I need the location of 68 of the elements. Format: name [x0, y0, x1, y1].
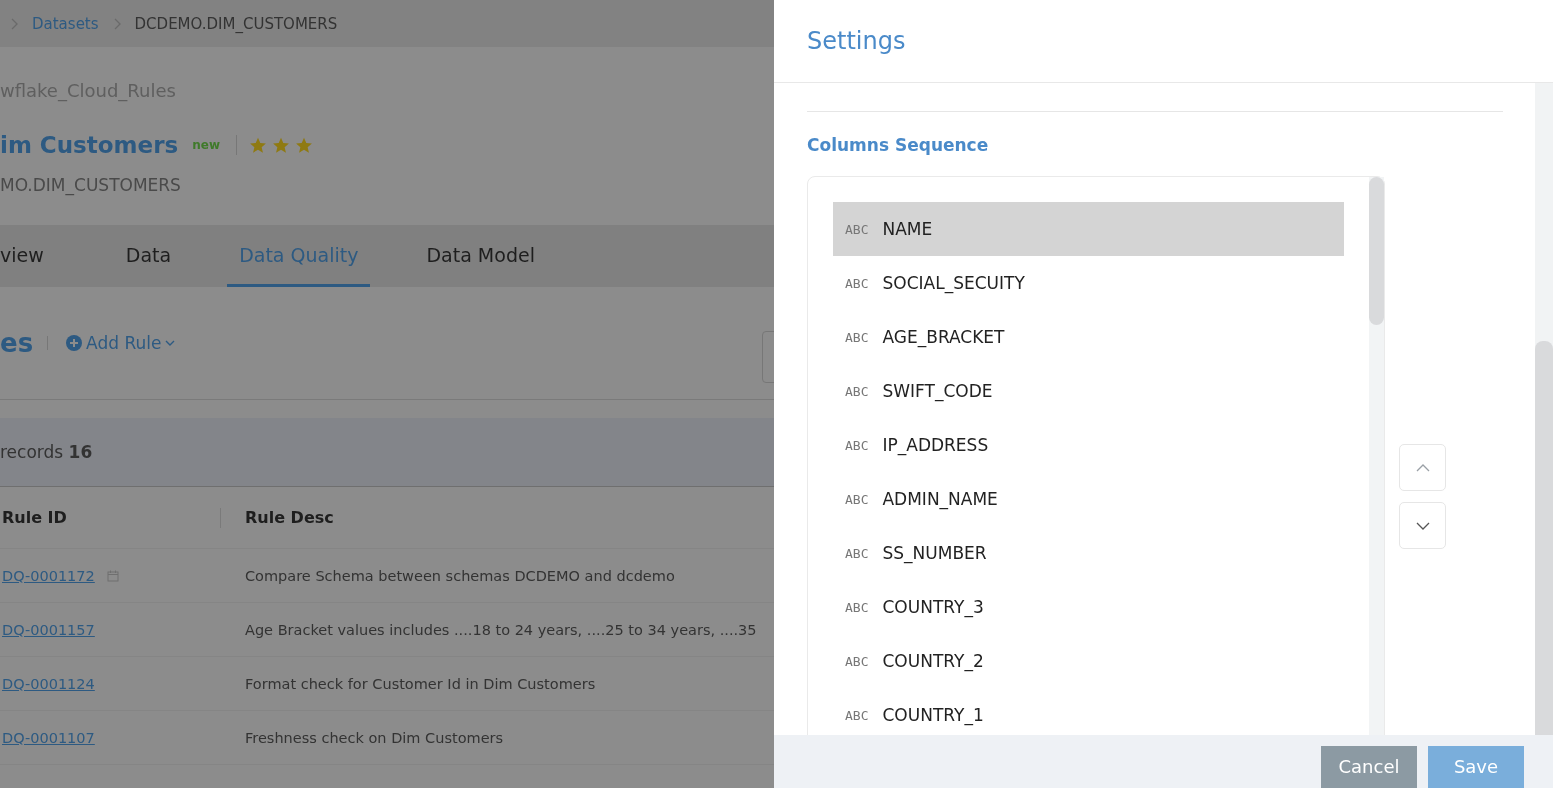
column-item[interactable]: ABC SOCIAL_SECUITY — [833, 256, 1344, 310]
tab[interactable]: view — [0, 225, 56, 287]
column-name: COUNTRY_2 — [882, 651, 984, 671]
column-item[interactable]: ABC SWIFT_CODE — [833, 364, 1344, 418]
type-label: ABC — [845, 221, 869, 237]
column-item[interactable]: ABC NAME — [833, 202, 1344, 256]
column-name: IP_ADDRESS — [882, 435, 989, 455]
rule-id-link[interactable]: DQ-0001172 — [2, 567, 95, 584]
column-item[interactable]: ABC COUNTRY_1 — [833, 688, 1344, 735]
column-item[interactable]: ABC SS_NUMBER — [833, 526, 1344, 580]
panel-title: Settings — [807, 27, 906, 55]
column-item[interactable]: ABC COUNTRY_2 — [833, 634, 1344, 688]
save-button[interactable]: Save — [1428, 745, 1524, 788]
column-header: Rule Desc — [244, 508, 334, 527]
dataset-title: im Customers — [0, 132, 179, 158]
column-item[interactable]: ABC COUNTRY_3 — [833, 580, 1344, 634]
type-label: ABC — [845, 383, 869, 399]
plus-circle-icon — [66, 335, 83, 351]
calendar-icon — [106, 569, 119, 582]
type-label: ABC — [845, 707, 869, 723]
type-label: ABC — [845, 599, 869, 615]
chevron-down-icon — [1415, 521, 1430, 530]
column-name: COUNTRY_3 — [882, 597, 984, 617]
column-name: COUNTRY_1 — [882, 705, 984, 725]
type-label: ABC — [845, 275, 869, 291]
tab[interactable]: Data — [113, 225, 184, 287]
type-label: ABC — [845, 545, 869, 561]
cancel-button[interactable]: Cancel — [1321, 745, 1417, 788]
chevron-icon — [10, 17, 18, 30]
column-item[interactable]: ABC ADMIN_NAME — [833, 472, 1344, 526]
star-icon — [295, 136, 313, 154]
add-rule-button[interactable]: Add Rule — [66, 333, 176, 353]
type-label: ABC — [845, 437, 869, 453]
scrollbar[interactable] — [1369, 177, 1384, 735]
table-cell-text: Freshness check on Dim Customers — [244, 729, 504, 746]
rule-id-link[interactable]: DQ-0001124 — [2, 675, 95, 692]
column-name: AGE_BRACKET — [882, 327, 1005, 347]
column-name: SOCIAL_SECUITY — [882, 273, 1025, 293]
column-name: NAME — [882, 219, 933, 239]
column-item[interactable]: ABC IP_ADDRESS — [833, 418, 1344, 472]
scrollbar[interactable] — [1535, 83, 1553, 735]
column-header: Rule ID — [0, 507, 221, 528]
star-icon — [272, 136, 290, 154]
column-item[interactable]: ABC AGE_BRACKET — [833, 310, 1344, 364]
table-cell-text: Format check for Customer Id in Dim Customers — [244, 675, 596, 692]
new-label: new — [192, 138, 220, 152]
caret-icon — [165, 339, 176, 347]
dataset-path: MO.DIM_CUSTOMERS — [0, 175, 181, 195]
tab[interactable]: Data Model — [414, 225, 547, 287]
star-icon — [249, 136, 267, 154]
column-name: ADMIN_NAME — [882, 489, 998, 509]
type-label: ABC — [845, 653, 869, 669]
type-label: ABC — [845, 491, 869, 507]
type-label: ABC — [845, 329, 869, 345]
column-name: SS_NUMBER — [882, 543, 987, 563]
move-up-button[interactable] — [1399, 444, 1446, 491]
column-name: SWIFT_CODE — [882, 381, 993, 401]
rule-id-link[interactable]: DQ-0001157 — [2, 621, 95, 638]
chevron-up-icon — [1415, 463, 1430, 472]
chevron-icon — [112, 17, 121, 30]
records-count: records 16 — [0, 442, 93, 462]
rule-id-link[interactable]: DQ-0001107 — [2, 729, 95, 746]
table-cell-text: Compare Schema between schemas DCDEMO and dcdemo — [244, 567, 675, 584]
move-down-button[interactable] — [1399, 502, 1446, 549]
breadcrumb-current: DCDEMO.DIM_CUSTOMERS — [134, 14, 338, 33]
section-heading: Columns Sequence — [807, 135, 990, 155]
section-title: es — [0, 328, 34, 358]
table-cell-text: Age Bracket values includes ....18 to 24 years, ....25 to 34 years, ....35 — [244, 621, 757, 638]
